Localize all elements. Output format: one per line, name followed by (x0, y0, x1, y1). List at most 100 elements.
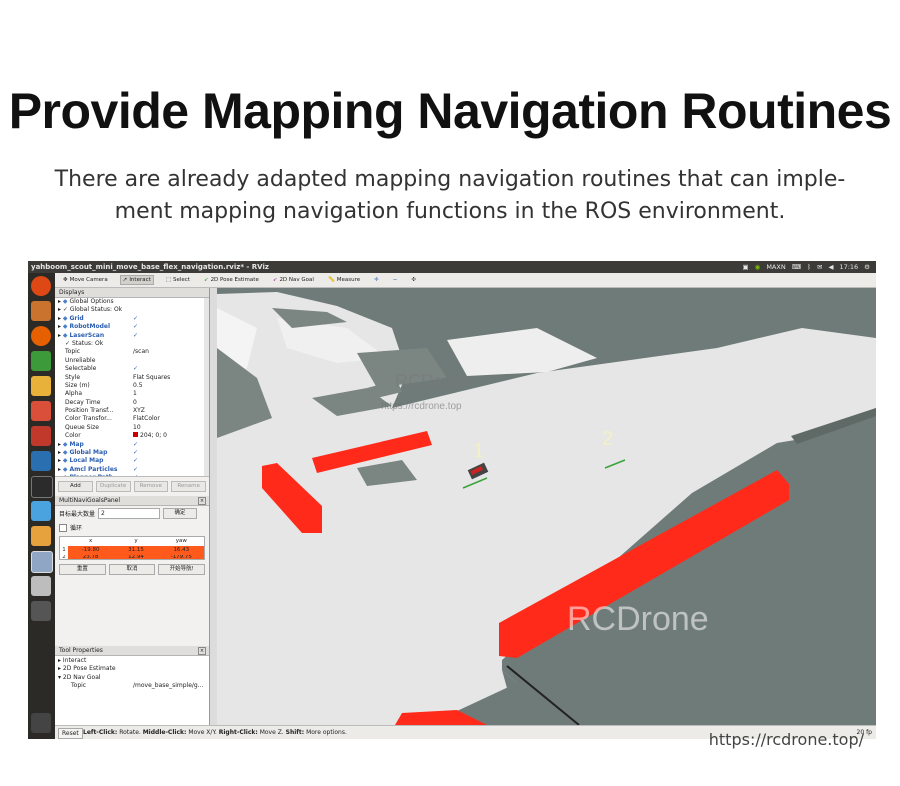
nav-goal-tool[interactable]: ➹ 2D Nav Goal (271, 276, 316, 284)
add-tool-button[interactable]: ✛ (372, 276, 381, 284)
display-row[interactable]: Position Transf... XYZ (55, 407, 209, 415)
display-value[interactable]: ✓ (133, 466, 138, 474)
display-row[interactable]: Color 204; 0; 0 (55, 432, 209, 440)
display-row[interactable]: Decay Time 0 (55, 399, 209, 407)
displays-tree[interactable]: ▸ ◆ Global Options ▸ ✓ Global Status: Ok ▸… (55, 298, 209, 477)
display-value[interactable]: ✓ (133, 315, 138, 323)
display-row[interactable]: ▸ ✓ Global Status: Ok (55, 306, 209, 314)
display-value[interactable]: /scan (133, 348, 149, 356)
tool-prop-row[interactable]: Topic/move_base_simple/g... (55, 682, 209, 690)
goals-table[interactable]: x y yaw 1 -19.80 31.15 16.43 2 23.78 12.… (59, 536, 205, 560)
tool-prop-row[interactable]: ▸ 2D Pose Estimate (55, 665, 209, 673)
display-row[interactable]: ▸ ◆ LaserScan ✓ (55, 332, 209, 340)
display-value[interactable]: ✓ (133, 323, 138, 331)
display-row[interactable]: ▸ ◆ Global Options (55, 298, 209, 306)
usb-icon[interactable] (31, 601, 51, 621)
display-row[interactable]: ✓ Status: Ok (55, 340, 209, 348)
cell-y[interactable]: 12.94 (113, 555, 158, 559)
move-camera-tool[interactable]: ✥ Move Camera (61, 276, 110, 284)
measure-tool[interactable]: 📏 Measure (326, 276, 362, 284)
ubuntu-home-icon[interactable] (31, 276, 51, 296)
system-settings-icon[interactable] (31, 426, 51, 446)
app-icon[interactable] (31, 501, 51, 521)
confirm-button[interactable]: 确定 (163, 508, 198, 519)
tool-properties-tree[interactable]: ▸ Interact ▸ 2D Pose Estimate ▾ 2D Nav G… (55, 656, 209, 727)
tool-prop-row[interactable]: ▸ Interact (55, 657, 209, 665)
cancel-goals-button[interactable]: 取消 (108, 564, 156, 575)
cell-y[interactable]: 31.15 (113, 546, 158, 555)
cell-x[interactable]: -19.80 (68, 546, 113, 555)
interact-tool[interactable]: ➚ Interact (119, 275, 154, 285)
table-row[interactable]: 2 23.78 12.94 -179.75 (60, 555, 204, 559)
display-row[interactable]: ▸ ◆ Map ✓ (55, 441, 209, 449)
bluetooth-icon[interactable]: ᛒ (807, 261, 811, 273)
tool-prop-row[interactable]: ▾ 2D Nav Goal (55, 674, 209, 682)
display-row[interactable]: Color Transfor... FlatColor (55, 415, 209, 423)
display-value[interactable]: FlatColor (133, 415, 160, 423)
power-mode-label[interactable]: MAXN (766, 261, 785, 273)
mail-icon[interactable]: ✉ (817, 261, 822, 273)
max-goals-input[interactable]: 2 (98, 508, 161, 519)
loop-checkbox[interactable] (59, 523, 67, 532)
display-value[interactable]: 10 (133, 424, 141, 432)
reset-button[interactable]: Reset (58, 728, 83, 739)
tool-menu-button[interactable]: ✣ (409, 276, 418, 284)
close-icon[interactable]: × (198, 497, 206, 505)
cell-yaw[interactable]: -179.75 (159, 555, 204, 559)
display-row[interactable]: Alpha 1 (55, 390, 209, 398)
rviz-3d-viewport[interactable]: 1 2 RCDrone RCDrone https://rcdrone.top (217, 288, 876, 725)
display-value[interactable]: ✓ (133, 332, 138, 340)
remove-tool-button[interactable]: − (391, 276, 400, 284)
display-row[interactable]: Queue Size 10 (55, 424, 209, 432)
display-value[interactable]: 204; 0; 0 (133, 432, 167, 440)
display-row[interactable]: ▸ ◆ RobotModel ✓ (55, 323, 209, 331)
add-display-button[interactable]: Add (58, 481, 93, 492)
display-row[interactable]: ▸ ◆ Global Map ✓ (55, 449, 209, 457)
close-icon[interactable]: × (198, 647, 206, 655)
display-value[interactable]: ✓ (133, 441, 138, 449)
display-value[interactable]: ✓ (133, 457, 138, 465)
display-row[interactable]: ▸ ◆ Planner Path✓ (55, 474, 209, 476)
calc-icon[interactable] (31, 351, 51, 371)
cell-yaw[interactable]: 16.43 (159, 546, 204, 555)
display-value[interactable]: 0.5 (133, 382, 143, 390)
shark-icon[interactable] (31, 451, 51, 471)
display-row[interactable]: ▸ ◆ Amcl Particles ✓ (55, 466, 209, 474)
firefox-icon[interactable] (31, 326, 51, 346)
text-editor-icon[interactable] (31, 526, 51, 546)
nvidia-icon[interactable]: ◉ (755, 261, 761, 273)
display-row[interactable]: ▸ ◆ Local Map ✓ (55, 457, 209, 465)
display-value[interactable]: Flat Squares (133, 374, 170, 382)
reset-goals-button[interactable]: 重置 (59, 564, 106, 575)
tree-scrollbar[interactable] (204, 298, 209, 476)
display-row[interactable]: Unreliable (55, 357, 209, 365)
display-row[interactable]: ▸ ◆ Grid ✓ (55, 315, 209, 323)
keyboard-icon[interactable]: ⌨ (792, 261, 801, 273)
settings-gear-icon[interactable]: ⚙ (864, 261, 870, 273)
volume-icon[interactable]: ◀ (828, 261, 833, 273)
remove-display-button[interactable]: Remove (133, 481, 169, 492)
files-icon[interactable] (31, 301, 51, 321)
rename-display-button[interactable]: Rename (171, 481, 206, 492)
display-row[interactable]: Selectable ✓ (55, 365, 209, 373)
software-icon[interactable] (31, 401, 51, 421)
display-value[interactable]: ✓ (133, 365, 138, 373)
display-value[interactable]: ✓ (133, 474, 138, 476)
color-swatch[interactable] (133, 432, 138, 438)
camera-icon[interactable]: ▣ (742, 261, 748, 273)
display-value[interactable]: ✓ (133, 449, 138, 457)
tool-prop-value[interactable]: /move_base_simple/g... (133, 682, 203, 690)
drive-icon[interactable] (31, 576, 51, 596)
display-row[interactable]: Size (m) 0.5 (55, 382, 209, 390)
display-row[interactable]: Topic/scan (55, 348, 209, 356)
rviz-icon[interactable] (31, 551, 53, 573)
cell-x[interactable]: 23.78 (68, 555, 113, 559)
duplicate-display-button[interactable]: Duplicate (95, 481, 131, 492)
display-value[interactable]: XYZ (133, 407, 145, 415)
clock[interactable]: 17:16 (839, 261, 858, 273)
table-row[interactable]: 1 -19.80 31.15 16.43 (60, 546, 204, 555)
display-row[interactable]: Style Flat Squares (55, 374, 209, 382)
start-navigation-button[interactable]: 开始导航! (158, 564, 206, 575)
select-tool[interactable]: ⬚ Select (164, 276, 192, 284)
trash-icon[interactable] (31, 713, 51, 733)
